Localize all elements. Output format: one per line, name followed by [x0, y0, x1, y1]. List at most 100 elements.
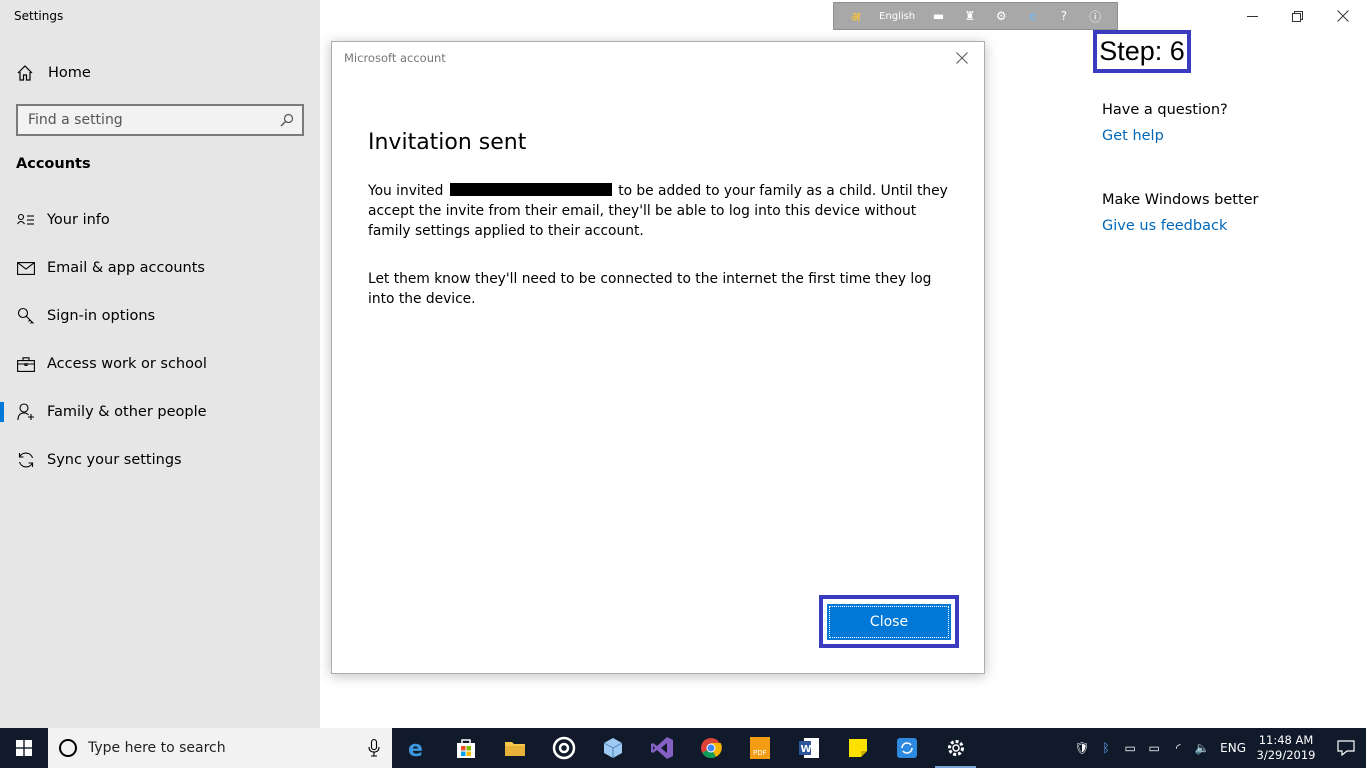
svg-text:W: W	[800, 744, 811, 755]
language-toolbar: अ English ▬ ♜ ⚙ e ? ⓘ	[833, 2, 1118, 30]
dialog-paragraph-1: You invited to be added to your family a…	[368, 181, 948, 241]
cube-icon	[603, 738, 622, 758]
taskbar-app-file-explorer[interactable]	[490, 728, 539, 768]
briefcase-icon	[16, 354, 36, 374]
sidebar-item-family-other-people[interactable]: Family & other people	[0, 388, 320, 436]
ime-language-label[interactable]: English	[879, 11, 915, 22]
mail-icon	[16, 258, 36, 278]
bluetooth-icon[interactable]: ᛒ	[1094, 728, 1118, 768]
store-icon	[456, 739, 475, 758]
taskbar-app-visual-studio[interactable]	[637, 728, 686, 768]
taskbar-app-settings[interactable]	[931, 728, 980, 768]
pdf-icon: PDF	[749, 737, 770, 759]
sidebar-item-label: Access work or school	[47, 356, 207, 372]
taskbar: Type here to search e PDF W 🛡 ᛒ ▭ ▭ ◜ 🔈 …	[0, 728, 1366, 768]
help-icon[interactable]: ?	[1056, 8, 1072, 24]
home-icon	[17, 65, 33, 81]
add-person-icon	[16, 402, 36, 422]
clock-date: 3/29/2019	[1256, 748, 1316, 762]
ime-logo-icon[interactable]: अ	[848, 8, 864, 24]
security-shield-icon[interactable]: 🛡	[1070, 728, 1094, 768]
taskbar-app-edge[interactable]: e	[392, 728, 441, 768]
settings-search-box[interactable]	[16, 104, 304, 136]
wifi-icon[interactable]: ◜	[1166, 728, 1190, 768]
restore-button[interactable]	[1274, 0, 1320, 32]
display-icon[interactable]: ▭	[1118, 728, 1142, 768]
sidebar-item-label: Your info	[47, 212, 110, 228]
settings-search-input[interactable]	[28, 112, 268, 128]
taskbar-search-placeholder[interactable]: Type here to search	[88, 740, 368, 756]
home-nav-item[interactable]: Home	[16, 62, 91, 84]
dialog-body: You invited to be added to your family a…	[368, 181, 948, 309]
taskbar-app-word[interactable]: W	[784, 728, 833, 768]
help-panel: Have a question? Get help Make Windows b…	[1102, 102, 1352, 234]
input-language-indicator[interactable]: ENG	[1220, 741, 1246, 755]
get-help-link[interactable]: Get help	[1102, 128, 1352, 144]
taskbar-search-box[interactable]: Type here to search	[48, 728, 392, 768]
dialog-title: Microsoft account	[344, 51, 446, 65]
start-button[interactable]	[0, 728, 48, 768]
close-icon	[1337, 10, 1349, 22]
sync-app-icon	[896, 738, 917, 758]
svg-text:e: e	[408, 737, 423, 759]
taskbar-app-media[interactable]	[539, 728, 588, 768]
edge-icon: e	[408, 737, 423, 759]
windows-logo-icon	[16, 740, 32, 756]
give-feedback-link[interactable]: Give us feedback	[1102, 218, 1352, 234]
key-icon	[16, 306, 36, 326]
close-window-button[interactable]	[1320, 0, 1366, 32]
sidebar-item-access-work-school[interactable]: Access work or school	[0, 340, 320, 388]
gear-icon[interactable]: ⚙	[993, 8, 1009, 24]
taskbar-app-pdf[interactable]: PDF	[735, 728, 784, 768]
taskbar-app-store[interactable]	[441, 728, 490, 768]
sidebar-item-your-info[interactable]: Your info	[0, 196, 320, 244]
settings-sidebar: Settings Home Accounts Your info Email &…	[0, 0, 320, 728]
para1-before: You invited	[368, 183, 444, 199]
cortana-icon[interactable]	[58, 738, 78, 758]
close-button-highlight: Close	[819, 595, 959, 648]
word-icon: W	[798, 738, 819, 758]
taskbar-app-sticky-notes[interactable]	[833, 728, 882, 768]
restore-icon	[1291, 10, 1303, 22]
sidebar-item-label: Sign-in options	[47, 308, 156, 324]
svg-text:PDF: PDF	[753, 749, 767, 757]
volume-icon[interactable]: 🔈	[1190, 728, 1214, 768]
taskbar-app-3d[interactable]	[588, 728, 637, 768]
battery-icon[interactable]: ▭	[1142, 728, 1166, 768]
sidebar-item-email-app-accounts[interactable]: Email & app accounts	[0, 244, 320, 292]
dialog-paragraph-2: Let them know they'll need to be connect…	[368, 271, 932, 307]
keyboard-icon[interactable]: ▬	[931, 8, 947, 24]
microsoft-account-dialog: Microsoft account Invitation sent You in…	[331, 41, 985, 674]
visual-studio-icon	[650, 737, 673, 759]
dialog-close-action-button[interactable]: Close	[827, 603, 951, 640]
dialog-close-button[interactable]	[954, 50, 970, 66]
accounts-nav: Your info Email & app accounts Sign-in o…	[0, 196, 320, 484]
folder-icon	[504, 742, 525, 756]
info-icon[interactable]: ⓘ	[1087, 8, 1103, 24]
taskbar-app-sync[interactable]	[882, 728, 931, 768]
close-icon	[956, 52, 968, 64]
app-title: Settings	[14, 9, 64, 23]
chrome-icon	[700, 738, 722, 759]
contact-card-icon	[16, 210, 36, 230]
sidebar-item-sync-settings[interactable]: Sync your settings	[0, 436, 320, 484]
sidebar-item-label: Family & other people	[47, 404, 207, 420]
taskbar-app-chrome[interactable]	[686, 728, 735, 768]
minimize-button[interactable]	[1229, 0, 1275, 32]
redacted-email	[449, 183, 612, 196]
sticky-notes-icon	[848, 739, 867, 757]
action-center-button[interactable]	[1326, 728, 1366, 768]
search-icon[interactable]	[280, 113, 294, 127]
taskbar-clock[interactable]: 11:48 AM 3/29/2019	[1256, 733, 1316, 763]
sidebar-item-label: Email & app accounts	[47, 260, 205, 276]
question-heading: Have a question?	[1102, 102, 1228, 118]
taskbar-apps: e PDF W	[392, 728, 980, 768]
home-label: Home	[48, 65, 91, 81]
browser-icon[interactable]: e	[1025, 8, 1041, 24]
feedback-heading: Make Windows better	[1102, 192, 1259, 208]
microphone-icon[interactable]	[368, 739, 380, 757]
sidebar-item-sign-in-options[interactable]: Sign-in options	[0, 292, 320, 340]
tools-icon[interactable]: ♜	[962, 8, 978, 24]
step-annotation: Step: 6	[1093, 30, 1191, 73]
notification-icon	[1337, 740, 1355, 756]
